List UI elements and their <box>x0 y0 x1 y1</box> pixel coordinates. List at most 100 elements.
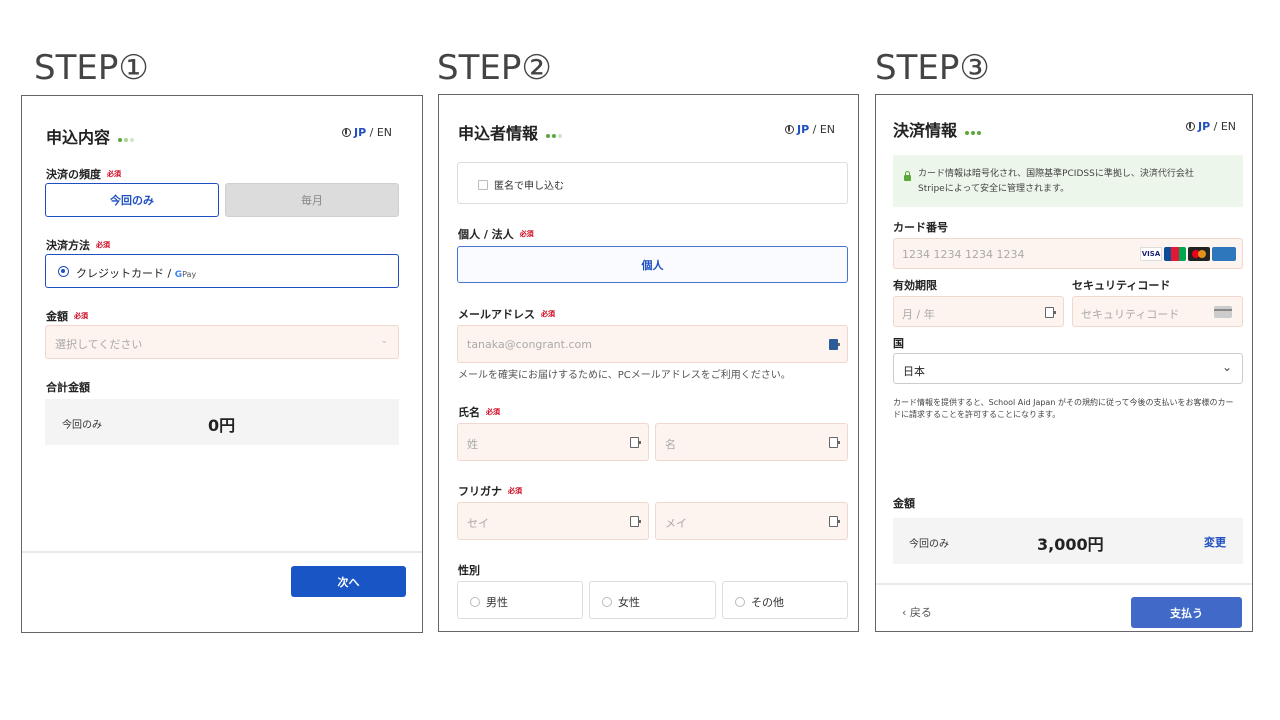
pay-button[interactable]: 支払う <box>1131 597 1242 628</box>
progress-dots <box>118 129 136 148</box>
method-label: 決済方法 必須 <box>46 237 110 253</box>
type-individual-button[interactable]: 個人 <box>457 246 848 283</box>
cvc-label: セキュリティコード <box>1072 279 1171 292</box>
frequency-monthly-button[interactable]: 毎月 <box>225 183 399 217</box>
gender-radio[interactable]: その他 <box>735 594 784 610</box>
checkbox-icon[interactable] <box>478 180 488 190</box>
required-badge: 必須 <box>74 312 88 320</box>
change-link[interactable]: 変更 <box>1204 534 1226 550</box>
anonymous-option[interactable]: 匿名で申し込む <box>457 162 848 204</box>
footer-divider <box>22 551 422 553</box>
lang-en[interactable]: EN <box>377 126 392 139</box>
back-button[interactable]: ‹ 戻る <box>902 604 932 620</box>
chevron-down-icon: ⌄ <box>1221 360 1232 374</box>
amount-frequency: 今回のみ <box>909 539 949 550</box>
total-label: 合計金額 <box>46 381 90 394</box>
amount-box: 今回のみ 3,000円 変更 <box>893 518 1243 564</box>
autofill-icon[interactable] <box>829 339 840 350</box>
language-switch[interactable]: JP / EN <box>785 123 835 136</box>
card-number-field[interactable]: 1234 1234 1234 1234 VISA <box>893 238 1243 269</box>
lang-jp[interactable]: JP <box>354 126 366 139</box>
expiry-field[interactable]: 月 / 年 <box>893 296 1064 327</box>
email-field[interactable]: tanaka@congrant.com <box>457 325 848 363</box>
mei-placeholder: メイ <box>665 517 687 530</box>
next-button[interactable]: 次へ <box>291 566 406 597</box>
globe-icon <box>342 128 351 137</box>
chevron-left-icon: ‹ <box>902 606 910 619</box>
required-badge: 必須 <box>96 241 110 249</box>
step2-title: 申込者情報 <box>458 120 564 144</box>
autofill-icon[interactable] <box>630 516 641 527</box>
step-2-heading: STEP② <box>437 48 552 88</box>
globe-icon <box>785 125 794 134</box>
anonymous-checkbox[interactable]: 匿名で申し込む <box>478 177 564 192</box>
language-switch[interactable]: JP / EN <box>1186 120 1236 133</box>
gender-option-other[interactable]: その他 <box>722 581 848 619</box>
gender-option-male[interactable]: 男性 <box>457 581 583 619</box>
cvc-field[interactable]: セキュリティコード <box>1072 296 1243 327</box>
radio-selected[interactable] <box>58 266 69 277</box>
secure-notice-line-1: カード情報は暗号化され、国際基準PCIDSSに準拠し、決済代行会社 <box>918 169 1194 179</box>
country-select[interactable]: 日本 ⌄ <box>893 353 1243 384</box>
autofill-icon[interactable] <box>829 437 840 448</box>
lang-jp[interactable]: JP <box>1198 120 1210 133</box>
first-name-field[interactable]: 名 <box>655 423 848 461</box>
step3-panel: 決済情報 JP / EN カード情報は暗号化され、国際基準PCIDSSに準拠し、… <box>875 94 1253 632</box>
step2-panel: 申込者情報 JP / EN 匿名で申し込む 個人 / 法人 必須 個人 メールアド… <box>438 94 859 632</box>
expiry-placeholder: 月 / 年 <box>902 308 935 321</box>
method-credit-card-option[interactable]: クレジットカード / GPay <box>45 254 399 288</box>
radio-icon[interactable] <box>470 597 480 607</box>
step1-title: 申込内容 <box>46 124 136 148</box>
gender-label-male: 男性 <box>486 596 508 609</box>
progress-dots <box>546 125 564 144</box>
amount-label-text: 金額 <box>46 310 68 323</box>
lang-separator: / <box>366 126 377 139</box>
last-name-placeholder: 姓 <box>467 438 478 451</box>
country-label: 国 <box>893 337 904 350</box>
lang-separator: / <box>1210 120 1221 133</box>
jcb-icon <box>1164 247 1186 261</box>
terms-line-1: カード情報を提供すると、School Aid Japan がその規約に従って今後… <box>893 398 1234 407</box>
google-pay-label: Pay <box>182 270 197 279</box>
amount-select[interactable]: 選択してください ⌄ <box>45 325 399 359</box>
frequency-once-button[interactable]: 今回のみ <box>45 183 219 217</box>
last-name-field[interactable]: 姓 <box>457 423 649 461</box>
email-label-text: メールアドレス <box>458 308 535 321</box>
step-1-heading: STEP① <box>34 48 149 88</box>
footer-divider <box>876 583 1252 585</box>
radio-icon[interactable] <box>735 597 745 607</box>
lock-icon <box>904 171 911 181</box>
furigana-label-text: フリガナ <box>458 485 502 498</box>
gender-option-female[interactable]: 女性 <box>589 581 716 619</box>
autofill-icon[interactable] <box>1045 307 1056 318</box>
expiry-label: 有効期限 <box>893 279 937 292</box>
lang-en[interactable]: EN <box>1221 120 1236 133</box>
language-switch[interactable]: JP / EN <box>342 126 392 139</box>
step-3-heading: STEP③ <box>875 48 990 88</box>
gender-label-female: 女性 <box>618 596 640 609</box>
method-label-text: 決済方法 <box>46 239 90 252</box>
amount-label: 金額 <box>893 497 915 510</box>
secure-notice: カード情報は暗号化され、国際基準PCIDSSに準拠し、決済代行会社 Stripeに… <box>893 155 1243 207</box>
amount-placeholder: 選択してください <box>55 338 143 351</box>
gender-radio[interactable]: 男性 <box>470 594 508 610</box>
autofill-icon[interactable] <box>829 516 840 527</box>
anonymous-label: 匿名で申し込む <box>494 181 564 192</box>
gender-radio[interactable]: 女性 <box>602 594 640 610</box>
visa-icon: VISA <box>1140 247 1162 261</box>
total-value: 0円 <box>208 416 236 435</box>
mei-field[interactable]: メイ <box>655 502 848 540</box>
name-label: 氏名 必須 <box>458 404 500 420</box>
chevron-down-icon: ⌄ <box>380 336 388 346</box>
step3-title: 決済情報 <box>893 117 983 141</box>
autofill-icon[interactable] <box>630 437 641 448</box>
page-title: 申込者情報 <box>458 124 539 143</box>
lang-separator: / <box>809 123 820 136</box>
lang-en[interactable]: EN <box>820 123 835 136</box>
sei-field[interactable]: セイ <box>457 502 649 540</box>
progress-dots <box>965 122 983 141</box>
name-label-text: 氏名 <box>458 406 480 419</box>
card-number-label: カード番号 <box>893 221 948 234</box>
radio-icon[interactable] <box>602 597 612 607</box>
lang-jp[interactable]: JP <box>797 123 809 136</box>
